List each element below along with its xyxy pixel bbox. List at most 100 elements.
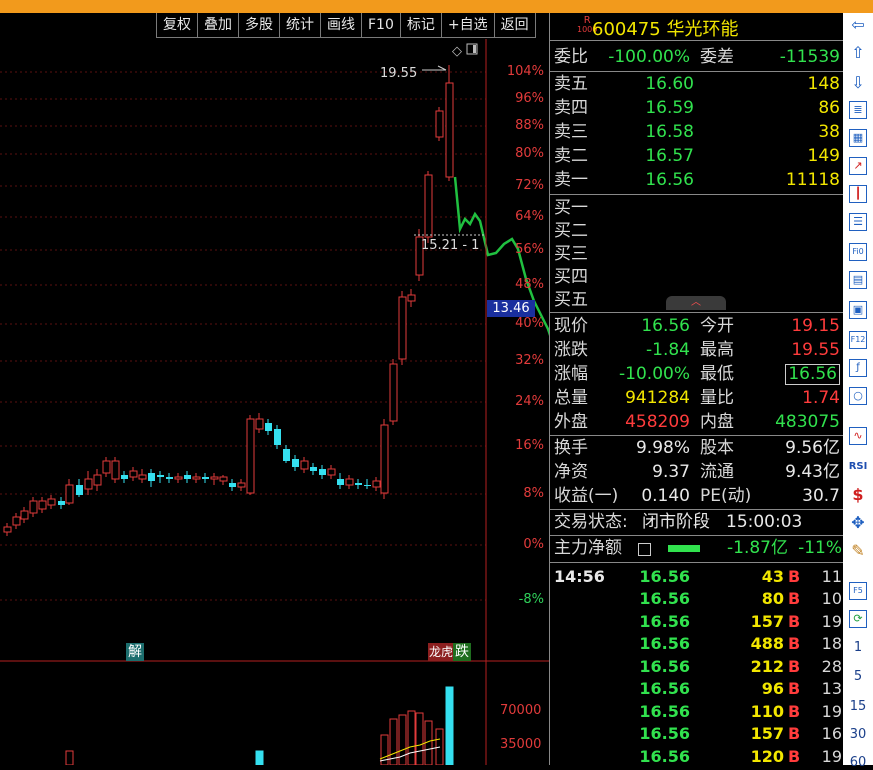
expand-chevron-icon[interactable]: ︿ [666,296,726,310]
ask-volume: 149 [807,146,840,166]
trade-volume: 212 [750,657,784,676]
self-icon[interactable]: ▣ [849,301,867,319]
bid-row[interactable]: 买二 [550,220,844,243]
ask-price: 16.59 [645,98,694,118]
report-icon[interactable]: ≣ [849,101,867,119]
candle-body [246,418,255,494]
f12-icon[interactable]: F12 [849,331,867,349]
quote-value: 1.74 [802,388,840,408]
trade-volume: 43 [761,567,784,586]
toolbar-f10-button[interactable]: F10 [361,13,401,38]
period-5-button[interactable]: 5 [843,669,873,684]
fund-value: 9.37 [652,462,690,482]
trade-count: 10 [821,589,842,608]
y-label: 96% [515,91,544,106]
weibi-label: 委比 [554,47,588,67]
rsi-icon[interactable]: RSI [848,457,868,477]
wave-icon[interactable]: ∿ [849,427,867,445]
f5-icon[interactable]: F5 [849,582,867,600]
divider [550,40,844,41]
dollar-icon[interactable]: $ [848,485,868,505]
fund-label: 流通 [700,462,734,482]
period-15-button[interactable]: 15 [843,699,873,714]
ask-row[interactable]: 卖五 16.60 148 [550,73,844,96]
toolbar-multi-stock-button[interactable]: 多股 [238,13,280,38]
y-label: 0% [523,537,544,552]
candle-body [129,470,138,478]
period-60-button[interactable]: 60 [843,755,873,770]
candle-body [38,500,47,510]
volume-bar [415,712,424,765]
trade-count: 16 [821,724,842,743]
toolbar-mark-button[interactable]: 标记 [399,13,442,38]
candle-body [380,424,389,494]
ask-row[interactable]: 卖四 16.59 86 [550,97,844,120]
candle-body [210,476,219,480]
period-30-button[interactable]: 30 [843,727,873,742]
quote-label: 涨跌 [554,340,588,360]
trade-price: 16.56 [639,679,690,698]
trade-side: B [788,657,801,676]
trade-side: B [788,702,801,721]
candle-body [274,429,281,445]
quote-label: 现价 [554,316,588,336]
bid-row[interactable]: 买四 [550,266,844,289]
circle-icon[interactable]: ○ [849,387,867,405]
toolbar-stats-button[interactable]: 统计 [279,13,321,38]
ask-label: 卖四 [554,98,588,118]
candle-body [300,460,309,470]
toolbar-draw-button[interactable]: 画线 [320,13,362,38]
toolbar-fuquan-button[interactable]: 复权 [156,13,198,38]
mainforce-menu-icon[interactable] [638,543,651,556]
candle-body [192,476,201,480]
trade-price: 16.56 [639,589,690,608]
f10-icon[interactable]: Fi0 [849,243,867,261]
event-down-badge[interactable]: 跌 [453,643,471,661]
diamond-icon[interactable]: ◇ [452,44,462,59]
ask-row[interactable]: 卖一 16.56 11118 [550,169,844,192]
trend-icon[interactable]: ↗ [849,157,867,175]
candle-body [407,294,416,302]
trade-side: B [788,634,801,653]
bid-row[interactable]: 买三 [550,243,844,266]
candle-body [174,476,183,480]
quote-value: 483075 [775,412,840,432]
bid-row[interactable]: 买一 [550,197,844,220]
arrow-up-icon[interactable]: ⇧ [848,43,868,63]
trade-price: 16.56 [639,567,690,586]
toolbar-overlay-button[interactable]: 叠加 [197,13,239,38]
toolbar-add-watchlist-button[interactable]: +自选 [440,13,495,38]
fund-row: 换手 9.98% 股本 9.56亿 [550,437,844,460]
toolbar-back-button[interactable]: 返回 [493,13,536,38]
quote-value: 458209 [625,412,690,432]
grid-icon[interactable]: ▦ [849,129,867,147]
mainforce-row[interactable]: 主力净额 -1.87亿 -11% [550,537,844,560]
y-label: 40% [515,316,544,331]
ask-volume: 11118 [785,170,840,190]
list-icon[interactable]: ☰ [849,213,867,231]
ask-price: 16.56 [645,170,694,190]
status-time: 15:00:03 [726,512,803,532]
refresh-icon[interactable]: ⟳ [849,610,867,628]
ask-row[interactable]: 卖三 16.58 38 [550,121,844,144]
doc-icon[interactable]: ▤ [849,271,867,289]
arrow-down-icon[interactable]: ⇩ [848,73,868,93]
candle-body [111,460,120,480]
fund-value: 0.140 [641,486,690,506]
period-1-button[interactable]: 1 [843,640,873,655]
candle-body [202,477,209,479]
formula-icon[interactable]: ƒ [849,359,867,377]
move-icon[interactable]: ✥ [848,513,868,533]
candle-body [3,526,12,533]
pencil-icon[interactable]: ✎ [848,541,868,561]
candle-icon[interactable]: ┃ [849,185,867,203]
trade-side: B [788,679,801,698]
trade-count: 19 [821,702,842,721]
mainforce-value: -1.87亿 [727,538,788,558]
event-jie-badge[interactable]: 解 [126,643,144,661]
divider [550,535,844,536]
arrow-left-icon[interactable]: ⇦ [848,15,868,35]
ask-row[interactable]: 卖二 16.57 149 [550,145,844,168]
fund-label: 换手 [554,438,588,458]
bid-label: 买五 [554,290,588,310]
